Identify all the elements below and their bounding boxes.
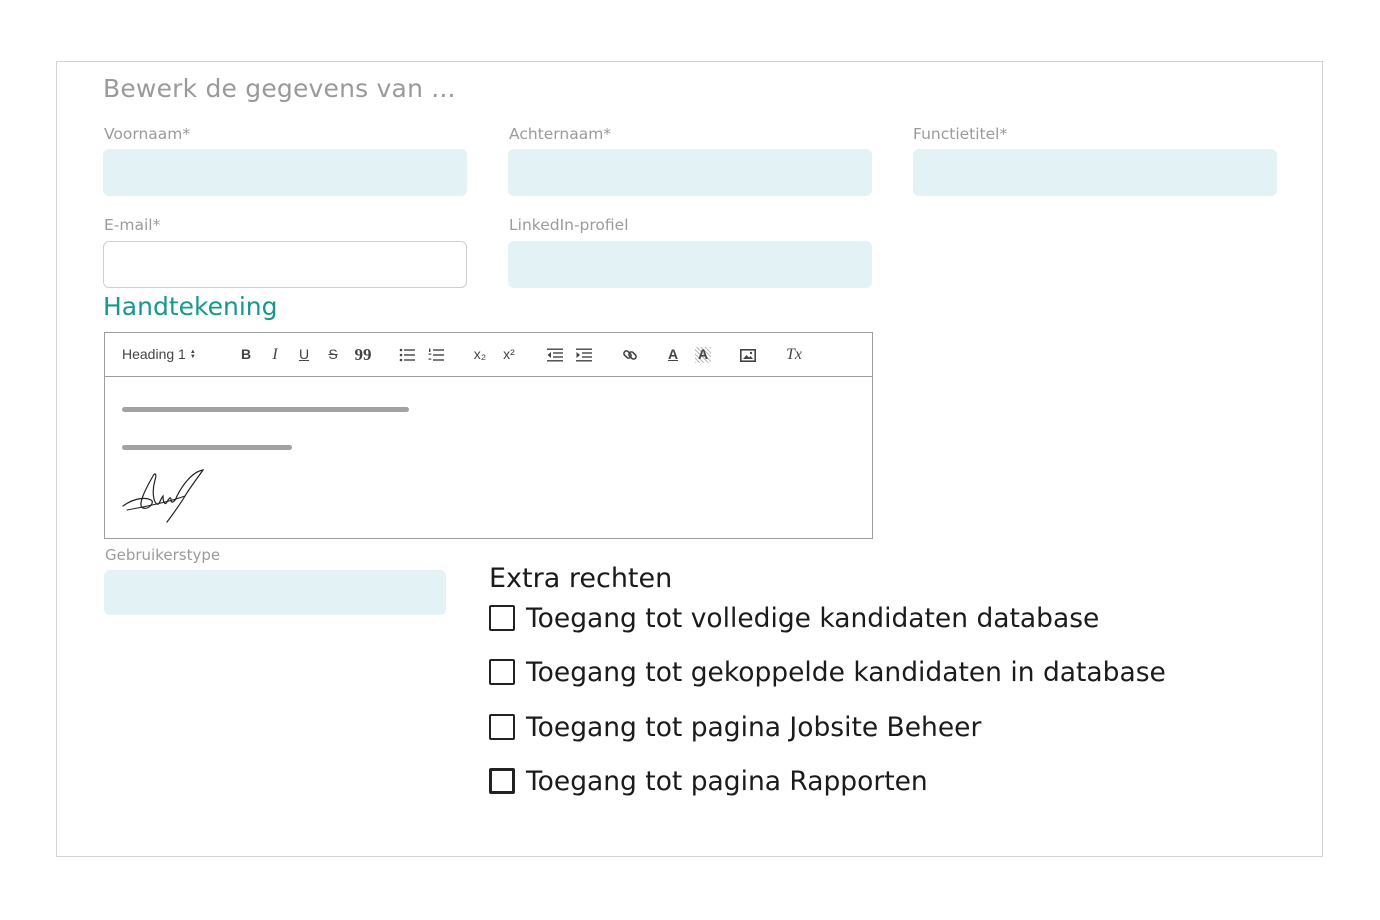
rights-option-row[interactable]: Toegang tot pagina Rapporten (489, 765, 928, 797)
job-title-field[interactable] (913, 149, 1277, 196)
last-name-field[interactable] (508, 149, 872, 196)
linkedin-label: LinkedIn-profiel (509, 216, 629, 234)
bullet-list-button[interactable] (397, 333, 417, 376)
signature-line-placeholder (122, 407, 409, 412)
first-name-field[interactable] (103, 149, 467, 196)
signature-heading: Handtekening (103, 292, 278, 321)
strikethrough-button[interactable]: S (324, 333, 342, 376)
heading-select[interactable]: Heading 1 ▲ ▼ (122, 333, 196, 376)
jobsite-admin-label: Toegang tot pagina Jobsite Beheer (526, 711, 982, 743)
extra-rights-heading: Extra rechten (489, 563, 673, 594)
reports-checkbox[interactable] (489, 768, 515, 794)
rights-option-row[interactable]: Toegang tot gekoppelde kandidaten in dat… (489, 656, 1166, 688)
ordered-list-icon (428, 348, 444, 361)
link-icon (623, 350, 637, 361)
editor-toolbar: Heading 1 ▲ ▼ B I U S 99 x₂ x² A A Tx (105, 333, 872, 377)
updown-arrows-icon: ▲ ▼ (189, 349, 196, 361)
italic-button[interactable]: I (266, 333, 284, 376)
job-title-label: Functietitel* (913, 125, 1008, 143)
superscript-button[interactable]: x² (498, 333, 520, 376)
image-button[interactable] (737, 333, 759, 376)
email-field[interactable] (103, 241, 467, 288)
first-name-label: Voornaam* (104, 125, 191, 143)
linked-candidates-label: Toegang tot gekoppelde kandidaten in dat… (526, 656, 1166, 688)
full-database-checkbox[interactable] (489, 605, 515, 631)
link-button[interactable] (619, 333, 641, 376)
blockquote-button[interactable]: 99 (353, 333, 373, 376)
underline-button[interactable]: U (295, 333, 313, 376)
subscript-button[interactable]: x₂ (469, 333, 491, 376)
bold-button[interactable]: B (237, 333, 255, 376)
rights-option-row[interactable]: Toegang tot pagina Jobsite Beheer (489, 711, 981, 743)
jobsite-admin-checkbox[interactable] (489, 714, 515, 740)
last-name-label: Achternaam* (509, 125, 612, 143)
indent-icon (576, 348, 592, 362)
email-label: E-mail* (104, 216, 161, 234)
ordered-list-button[interactable] (426, 333, 446, 376)
heading-select-label: Heading 1 (122, 346, 186, 362)
page-title: Bewerk de gegevens van ... (103, 74, 456, 103)
full-database-label: Toegang tot volledige kandidaten databas… (526, 602, 1100, 634)
outdent-button[interactable] (545, 333, 565, 376)
bullet-list-icon (399, 348, 415, 362)
user-type-select[interactable] (104, 570, 446, 615)
outdent-icon (547, 348, 563, 362)
linked-candidates-checkbox[interactable] (489, 659, 515, 685)
clear-format-button[interactable]: Tx (783, 333, 805, 376)
indent-button[interactable] (574, 333, 594, 376)
signature-editor[interactable]: Heading 1 ▲ ▼ B I U S 99 x₂ x² A A Tx (104, 332, 873, 539)
reports-label: Toegang tot pagina Rapporten (526, 765, 928, 797)
rights-option-row[interactable]: Toegang tot volledige kandidaten databas… (489, 602, 1099, 634)
signature-line-placeholder (122, 445, 292, 450)
user-type-label: Gebruikerstype (105, 546, 221, 564)
linkedin-field[interactable] (508, 241, 872, 288)
background-color-button[interactable]: A (693, 333, 713, 376)
handwritten-signature-image (122, 469, 205, 523)
image-icon (740, 348, 756, 362)
text-color-button[interactable]: A (663, 333, 683, 376)
